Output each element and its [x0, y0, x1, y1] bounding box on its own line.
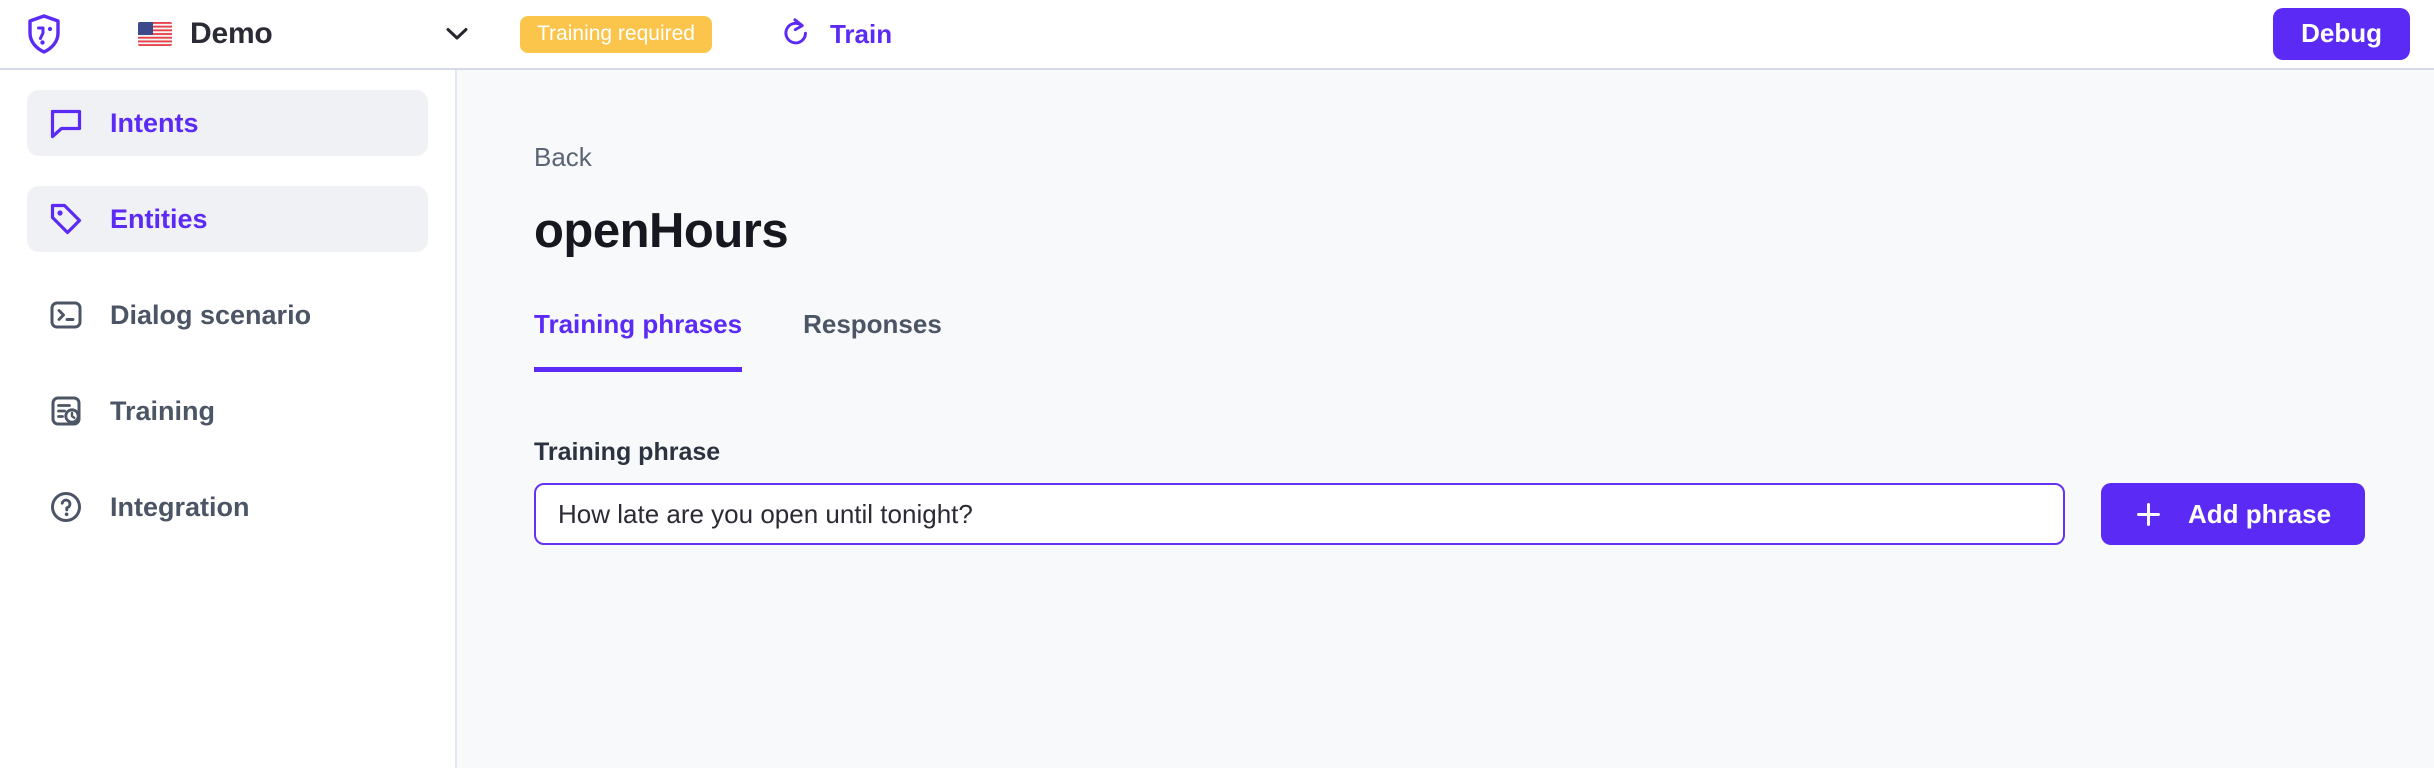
- page-title: openHours: [534, 204, 789, 258]
- project-name: Demo: [190, 17, 273, 50]
- terminal-icon: [47, 296, 85, 334]
- sidebar: Intents Entities Dialog scenario Trainin…: [0, 70, 457, 768]
- train-label: Train: [829, 18, 893, 49]
- sidebar-item-intents[interactable]: Intents: [27, 90, 428, 156]
- us-flag-icon: [138, 22, 172, 46]
- speech-bubble-icon: [47, 104, 85, 142]
- file-clock-icon: [47, 392, 85, 430]
- add-phrase-button[interactable]: Add phrase: [2101, 483, 2366, 545]
- plus-icon: [2135, 501, 2162, 528]
- train-button[interactable]: Train: [782, 17, 893, 51]
- status-badge: Training required: [520, 15, 712, 53]
- sidebar-item-entities[interactable]: Entities: [27, 186, 428, 252]
- sidebar-item-dialog-scenario[interactable]: Dialog scenario: [27, 282, 428, 348]
- training-phrase-label: Training phrase: [534, 438, 721, 466]
- training-phrase-row: Add phrase: [534, 483, 2434, 545]
- sidebar-item-training[interactable]: Training: [27, 378, 428, 444]
- sidebar-item-label: Intents: [110, 107, 199, 138]
- question-circle-icon: [47, 488, 85, 526]
- sidebar-item-label: Entities: [110, 203, 208, 234]
- shield-face-logo-icon[interactable]: [26, 14, 62, 54]
- body-row: Intents Entities Dialog scenario Trainin…: [0, 70, 2434, 768]
- tab-training-phrases[interactable]: Training phrases: [534, 309, 743, 372]
- app-root: Demo Training required Train Debug Inten…: [0, 0, 2434, 768]
- sidebar-item-label: Integration: [110, 491, 250, 522]
- chevron-down-icon[interactable]: [446, 23, 468, 45]
- sidebar-item-integration[interactable]: Integration: [27, 474, 428, 540]
- refresh-ccw-icon: [782, 17, 810, 51]
- sidebar-item-label: Training: [110, 395, 216, 426]
- debug-button[interactable]: Debug: [2273, 8, 2410, 60]
- main-content: Back openHours Training phrases Response…: [457, 70, 2434, 768]
- project-selector[interactable]: Demo: [138, 17, 468, 51]
- tag-icon: [47, 200, 85, 238]
- training-phrase-input[interactable]: [534, 483, 2065, 545]
- back-link[interactable]: Back: [534, 142, 592, 173]
- tab-responses[interactable]: Responses: [803, 309, 942, 372]
- add-phrase-label: Add phrase: [2188, 498, 2332, 529]
- tab-bar: Training phrases Responses: [534, 309, 2434, 372]
- top-bar: Demo Training required Train Debug: [0, 0, 2434, 70]
- sidebar-item-label: Dialog scenario: [110, 299, 312, 330]
